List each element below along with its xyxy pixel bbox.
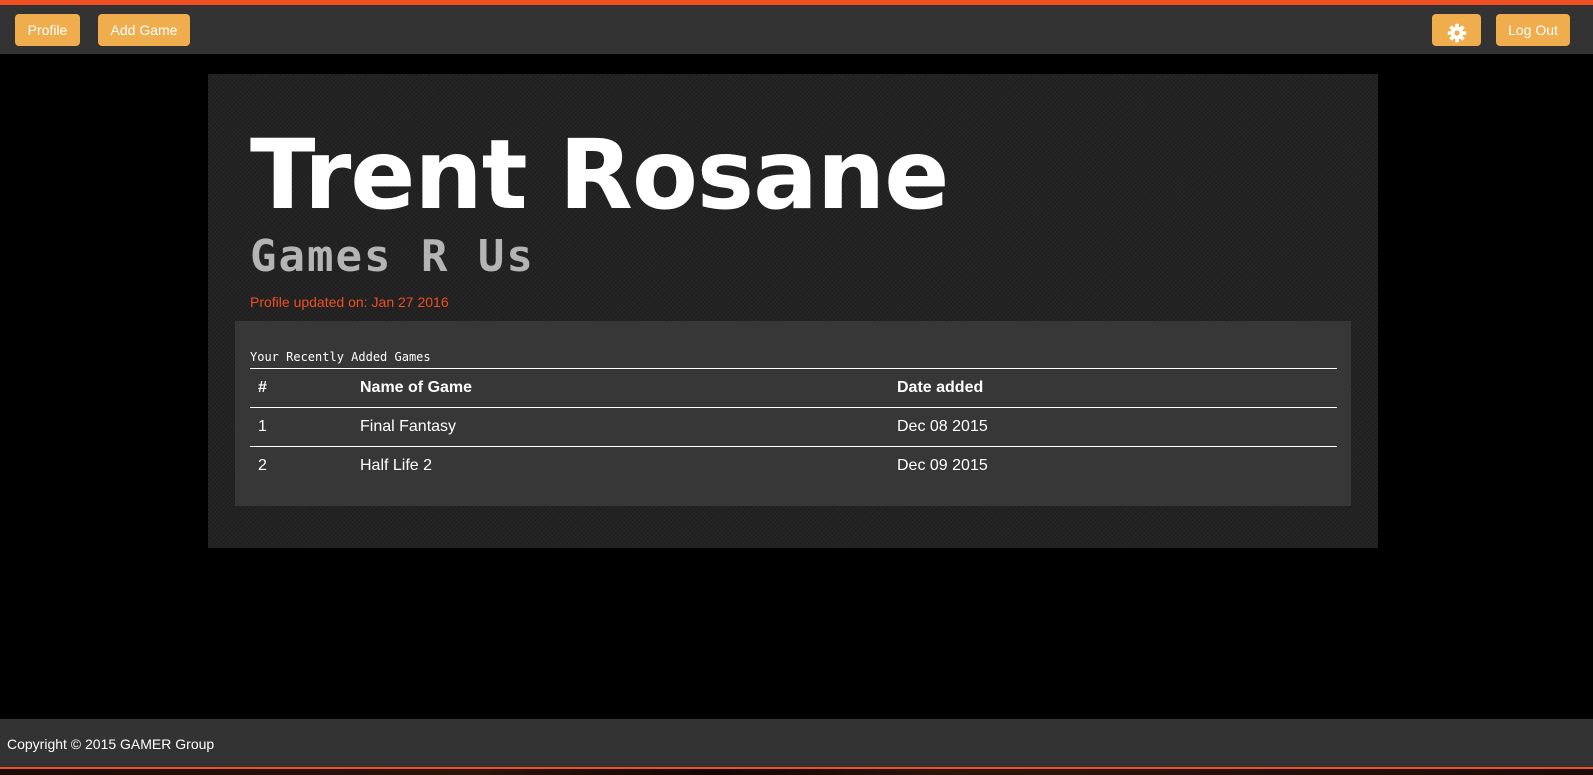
row-date-added: Dec 08 2015 [889, 407, 1337, 447]
row-game-name: Final Fantasy [352, 407, 889, 447]
add-game-button[interactable]: Add Game [98, 14, 190, 46]
recent-games-caption: Your Recently Added Games [250, 350, 431, 364]
copyright-text: Copyright © 2015 GAMER Group [7, 736, 215, 752]
profile-updated-date: Jan 27 2016 [371, 294, 449, 310]
profile-name: Trent Rosane [250, 119, 949, 231]
header-number: # [250, 368, 352, 408]
row-number: 1 [250, 407, 352, 447]
logout-button[interactable]: Log Out [1496, 14, 1570, 46]
header-game-name: Name of Game [352, 368, 889, 408]
profile-updated-label: Profile updated on: [250, 294, 368, 310]
table-row: 2 Half Life 2 Dec 09 2015 [250, 446, 1337, 485]
navbar: Profile Add Game Log Out [0, 5, 1593, 54]
header-date-added: Date added [889, 368, 1337, 408]
settings-button[interactable] [1432, 14, 1481, 46]
profile-panel: Trent Rosane Games R Us Profile updated … [208, 74, 1378, 548]
profile-tagline: Games R Us [250, 231, 535, 282]
table-row: 1 Final Fantasy Dec 08 2015 [250, 407, 1337, 447]
recent-games-table: # Name of Game Date added 1 Final Fantas… [250, 368, 1337, 485]
table-header-row: # Name of Game Date added [250, 368, 1337, 408]
footer: Copyright © 2015 GAMER Group [0, 719, 1593, 767]
row-number: 2 [250, 446, 352, 485]
bottom-strip [0, 769, 1593, 775]
profile-updated: Profile updated on: Jan 27 2016 [250, 293, 449, 311]
gear-icon [1447, 23, 1466, 43]
profile-button[interactable]: Profile [15, 14, 80, 46]
row-date-added: Dec 09 2015 [889, 446, 1337, 485]
recent-games-box: Your Recently Added Games # Name of Game… [235, 321, 1351, 506]
row-game-name: Half Life 2 [352, 446, 889, 485]
